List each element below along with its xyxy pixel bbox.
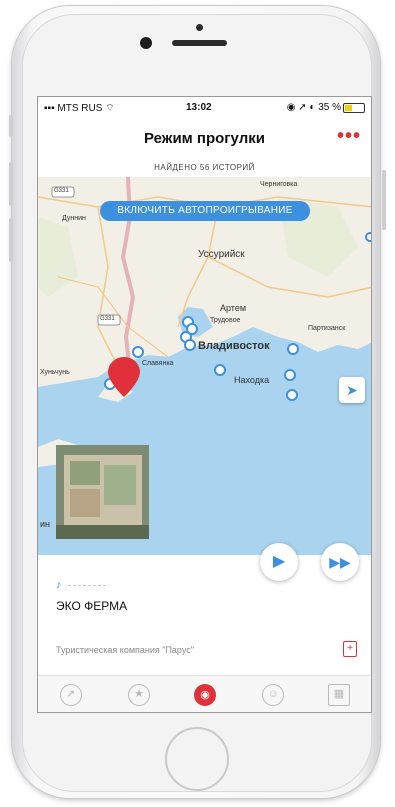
park-area-2	[38, 217, 78, 297]
home-button[interactable]	[165, 727, 229, 791]
road	[97, 206, 119, 368]
mute-switch	[9, 115, 13, 137]
city-trudovoe: Трудовое	[210, 317, 241, 324]
more-button[interactable]: •••	[337, 125, 361, 148]
city-slavyanka: Славянка	[142, 360, 174, 367]
story-marker	[184, 339, 196, 351]
compass-icon: ➚	[66, 688, 76, 700]
progress-track	[68, 585, 106, 587]
globe-icon: ◉	[200, 689, 210, 701]
clock: 13:02	[186, 102, 212, 113]
audio-note-icon: ♪	[56, 579, 62, 591]
profile-icon: ☺	[267, 688, 279, 700]
map-view[interactable]: G331 G331 ВКЛЮЧИТЬ АВТОПРОИГРЫВАНИЕ Черн…	[38, 177, 371, 555]
story-panel: ♪ ЭКО ФЕРМА Туристическая компания "Пару…	[38, 555, 371, 675]
road	[207, 256, 371, 298]
tab-compass[interactable]: ➚	[60, 684, 82, 706]
qr-icon: ▦	[333, 688, 345, 700]
story-thumbnail[interactable]	[56, 445, 149, 539]
road-label: G331	[54, 188, 69, 194]
fast-forward-button[interactable]: ▶▶	[321, 543, 359, 581]
status-right: ◉ ➚ ◐ 35 %	[286, 102, 341, 113]
city-kunchun: Хуньчунь	[40, 369, 70, 376]
power-button	[382, 170, 386, 230]
tab-bar: ➚ ★ ◉ ☺ ▦	[38, 675, 371, 712]
battery-percent: 35 %	[318, 102, 341, 113]
star-icon: ★	[134, 688, 144, 700]
volume-down-button	[9, 218, 13, 262]
battery-icon	[343, 103, 365, 113]
story-title[interactable]: ЭКО ФЕРМА	[56, 599, 127, 613]
city-in: ин	[40, 519, 50, 529]
story-marker	[214, 364, 226, 376]
city-chernigovka: Черниговка	[260, 181, 298, 188]
front-camera	[140, 37, 152, 49]
city-vladivostok: Владивосток	[198, 340, 270, 352]
navigation-bar: Режим прогулки •••	[38, 119, 371, 160]
volume-up-button	[9, 162, 13, 206]
page-title: Режим прогулки	[144, 130, 265, 147]
city-dunnin: Дуннин	[62, 215, 86, 222]
earpiece-speaker	[172, 40, 227, 46]
story-marker	[365, 232, 371, 242]
fast-forward-icon: ▶▶	[329, 554, 351, 570]
story-marker	[287, 343, 299, 355]
road-label: G331	[100, 316, 115, 322]
tab-favorites[interactable]: ★	[128, 684, 150, 706]
story-marker	[284, 369, 296, 381]
story-marker	[132, 346, 144, 358]
bookmark-icon[interactable]: +	[343, 641, 357, 657]
locate-arrow-icon: ➤	[346, 382, 358, 398]
carrier-name: MTS RUS	[57, 103, 103, 114]
play-button[interactable]: ▶	[260, 543, 298, 581]
story-company: Туристическая компания "Парус"	[56, 645, 194, 655]
city-partizansk: Партизанск	[308, 325, 346, 332]
city-artem: Артем	[220, 303, 247, 313]
story-marker	[286, 389, 298, 401]
thumbnail-image	[56, 445, 149, 539]
app-screen: ▪▪▪ MTS RUS ⌔ 13:02 ◉ ➚ ◐ 35 % Режим про…	[37, 96, 372, 713]
tab-qr[interactable]: ▦	[328, 684, 350, 706]
carrier-label: ▪▪▪ MTS RUS ⌔	[44, 103, 115, 114]
status-bar: ▪▪▪ MTS RUS ⌔ 13:02 ◉ ➚ ◐ 35 %	[38, 97, 371, 119]
sensor	[196, 24, 203, 31]
play-icon: ▶	[272, 553, 286, 570]
found-stories-count: НАЙДЕНО 56 ИСТОРИЙ	[38, 159, 371, 178]
locate-button[interactable]: ➤	[339, 377, 365, 403]
city-nakhodka: Находка	[234, 375, 270, 385]
city-ussuriysk: Уссурийск	[198, 249, 245, 260]
tab-map[interactable]: ◉	[194, 684, 216, 706]
tab-profile[interactable]: ☺	[262, 684, 284, 706]
autoplay-button[interactable]: ВКЛЮЧИТЬ АВТОПРОИГРЫВАНИЕ	[100, 201, 310, 221]
